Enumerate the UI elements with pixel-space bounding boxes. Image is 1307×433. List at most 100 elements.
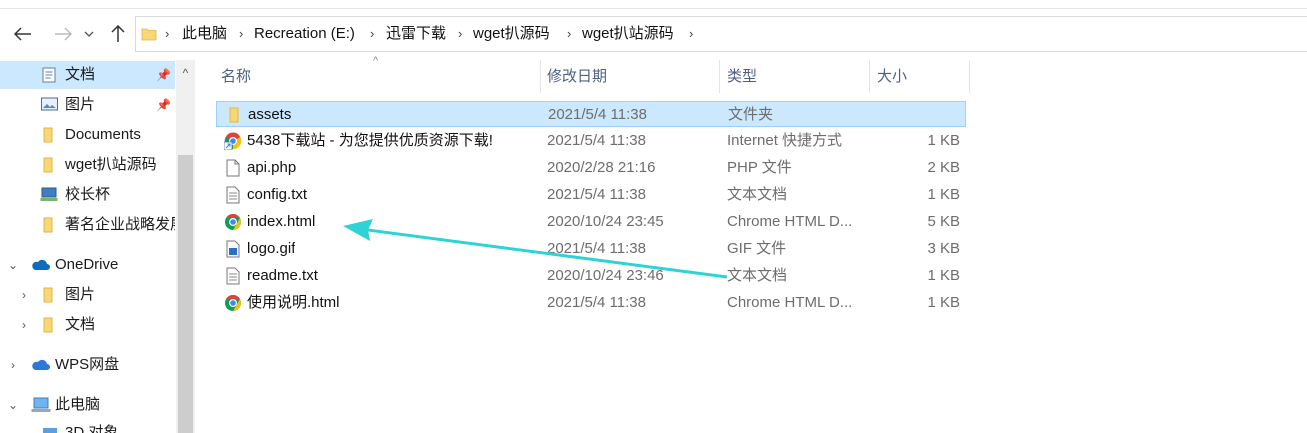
file-type: 文本文档	[727, 267, 788, 284]
forward-button[interactable]	[51, 22, 75, 46]
file-size: 1 KB	[927, 132, 960, 149]
onedrive-cloud-icon	[32, 259, 50, 270]
column-header-size[interactable]: 大小	[877, 60, 907, 93]
network-drive-icon	[40, 187, 58, 201]
file-type: 文本文档	[727, 186, 788, 203]
breadcrumb-wget-parent[interactable]: wget扒源码	[473, 17, 550, 51]
file-name: api.php	[247, 159, 297, 176]
sidebar-item-label: Documents	[65, 126, 141, 143]
breadcrumb-xunlei[interactable]: 迅雷下载	[386, 17, 446, 51]
ribbon-remnant	[0, 0, 1307, 9]
breadcrumb-separator-icon[interactable]: ›	[458, 17, 462, 51]
computer-icon	[31, 397, 51, 412]
file-size: 3 KB	[927, 240, 960, 257]
sidebar-item-label: OneDrive	[55, 256, 119, 273]
sidebar-item-label: 文档	[65, 66, 96, 83]
file-name: logo.gif	[247, 240, 296, 257]
folder-icon	[43, 127, 53, 143]
column-divider[interactable]	[719, 60, 720, 93]
chrome-icon	[225, 295, 241, 311]
file-row-index-html[interactable]: index.html 2020/10/24 23:45 Chrome HTML …	[216, 209, 966, 235]
file-row-logo-gif[interactable]: logo.gif 2021/5/4 11:38 GIF 文件 3 KB	[216, 236, 966, 262]
recent-locations-button[interactable]	[81, 22, 97, 46]
up-arrow-icon	[111, 25, 125, 42]
internet-shortcut-icon	[224, 132, 242, 150]
column-header-type[interactable]: 类型	[727, 60, 757, 93]
sidebar-item-onedrive[interactable]: ⌄ OneDrive	[0, 251, 175, 279]
column-divider[interactable]	[540, 60, 541, 93]
forward-arrow-icon	[55, 27, 72, 41]
file-size: 1 KB	[927, 186, 960, 203]
up-button[interactable]	[106, 22, 130, 46]
sort-ascending-icon: ^	[373, 55, 379, 67]
file-name: config.txt	[247, 186, 308, 203]
breadcrumb-separator-icon[interactable]: ›	[689, 17, 693, 51]
scroll-up-arrow-icon[interactable]: ^	[176, 60, 195, 88]
address-bar[interactable]: › 此电脑 › Recreation (E:) › 迅雷下载 › wget扒源码…	[135, 16, 1307, 52]
file-row-config-txt[interactable]: config.txt 2021/5/4 11:38 文本文档 1 KB	[216, 182, 966, 208]
file-date: 2021/5/4 11:38	[547, 186, 646, 203]
breadcrumb-separator-icon[interactable]: ›	[370, 17, 374, 51]
sidebar-item-3d-objects[interactable]: 3D 对象	[0, 421, 175, 433]
cube-icon	[43, 428, 57, 433]
file-type: 文件夹	[728, 106, 774, 123]
breadcrumb-separator-icon[interactable]: ›	[239, 17, 243, 51]
column-header-name[interactable]: 名称	[221, 60, 251, 93]
chevron-down-icon[interactable]: ⌄	[7, 391, 19, 419]
sidebar-item-this-pc[interactable]: ⌄ 此电脑	[0, 391, 175, 419]
sidebar-item-documents[interactable]: Documents	[0, 121, 175, 149]
text-file-icon	[226, 186, 240, 204]
file-name: 5438下载站 - 为您提供优质资源下载!	[247, 132, 493, 149]
file-size: 5 KB	[927, 213, 960, 230]
column-divider[interactable]	[969, 60, 970, 93]
chevron-down-icon[interactable]: ⌄	[7, 251, 19, 279]
back-button[interactable]	[11, 22, 35, 46]
file-type: GIF 文件	[727, 240, 787, 257]
breadcrumb-separator-icon[interactable]: ›	[165, 17, 169, 51]
pin-icon[interactable]: 📌	[156, 91, 171, 119]
sidebar-item-xiaozhangbei[interactable]: 校长杯	[0, 181, 175, 209]
file-list: 名称 ^ 修改日期 类型 大小 assets 2021/5/4 11:38 文件…	[195, 55, 1307, 433]
sidebar-item-onedrive-wendang[interactable]: › 文档	[0, 311, 175, 339]
picture-icon	[41, 97, 58, 111]
file-date: 2020/2/28 21:16	[547, 159, 656, 176]
chevron-right-icon[interactable]: ›	[18, 281, 30, 309]
file-type: Chrome HTML D...	[727, 213, 853, 230]
sidebar-item-onedrive-tupian[interactable]: › 图片	[0, 281, 175, 309]
wps-cloud-icon	[32, 359, 50, 370]
chrome-icon	[225, 214, 241, 230]
chevron-right-icon[interactable]: ›	[7, 351, 19, 379]
sidebar-item-wget[interactable]: wget扒站源码	[0, 151, 175, 179]
column-divider[interactable]	[869, 60, 870, 93]
folder-icon	[141, 28, 157, 41]
sidebar-item-tupian[interactable]: 图片 📌	[0, 91, 175, 119]
chevron-right-icon[interactable]: ›	[18, 311, 30, 339]
scrollbar-thumb[interactable]	[178, 155, 193, 433]
file-row-readme-txt[interactable]: readme.txt 2020/10/24 23:46 文本文档 1 KB	[216, 263, 966, 289]
breadcrumb-drive[interactable]: Recreation (E:)	[254, 17, 355, 51]
text-file-icon	[226, 267, 240, 285]
sidebar-item-zhuming[interactable]: 著名企业战略发展	[0, 211, 175, 239]
file-row-api-php[interactable]: api.php 2020/2/28 21:16 PHP 文件 2 KB	[216, 155, 966, 181]
pin-icon[interactable]: 📌	[156, 61, 171, 89]
file-row-instructions-html[interactable]: 使用说明.html 2021/5/4 11:38 Chrome HTML D..…	[216, 290, 966, 316]
sidebar-item-label: 文档	[65, 316, 96, 333]
file-name: index.html	[247, 213, 316, 230]
column-header-date[interactable]: 修改日期	[547, 60, 607, 93]
sidebar-item-wps[interactable]: › WPS网盘	[0, 351, 175, 379]
navigation-pane: 文档 📌 图片 📌 Documents wget扒站源码 校长杯 著名企业战略发…	[0, 60, 195, 433]
file-name: readme.txt	[247, 267, 318, 284]
file-name: assets	[248, 106, 292, 123]
sidebar-item-wendang[interactable]: 文档 📌	[0, 61, 175, 89]
file-size	[867, 102, 961, 128]
file-type: Internet 快捷方式	[727, 132, 843, 149]
breadcrumb-this-pc[interactable]: 此电脑	[182, 17, 227, 51]
file-row-5438-shortcut[interactable]: 5438下载站 - 为您提供优质资源下载! 2021/5/4 11:38 Int…	[216, 128, 966, 154]
file-name: 使用说明.html	[247, 294, 340, 311]
sidebar-scrollbar[interactable]: ^	[176, 60, 195, 433]
breadcrumb-current-folder[interactable]: wget扒站源码	[582, 17, 674, 51]
sidebar-item-label: 图片	[65, 286, 96, 303]
file-row-assets[interactable]: assets 2021/5/4 11:38 文件夹	[216, 101, 966, 127]
breadcrumb-separator-icon[interactable]: ›	[567, 17, 571, 51]
sidebar-item-label: 校长杯	[65, 186, 111, 203]
